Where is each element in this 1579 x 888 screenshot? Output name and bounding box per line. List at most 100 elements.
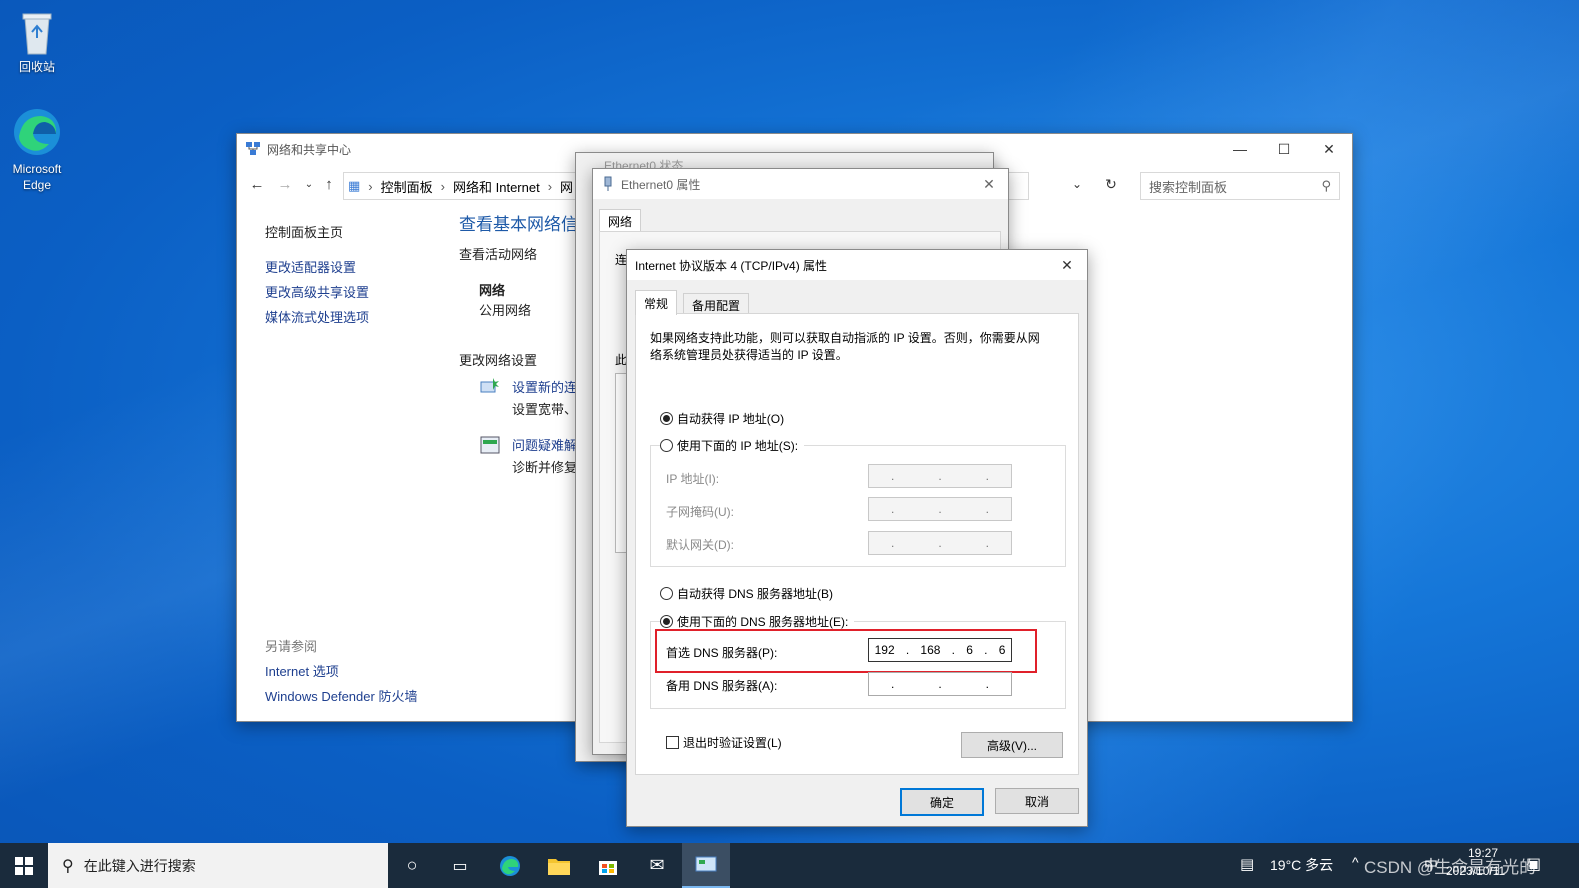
manual-ip-radio[interactable]: 使用下面的 IP 地址(S): (660, 437, 805, 454)
network-type: 公用网络 (479, 303, 532, 318)
network-center-icon (246, 142, 260, 155)
subnet-mask-field[interactable]: ... (868, 497, 1012, 521)
back-icon[interactable]: ← (247, 174, 267, 194)
gateway-label: 默认网关(D): (666, 538, 734, 552)
desktop-icon-label: Microsoft Edge (12, 162, 62, 192)
search-placeholder: 在此键入进行搜索 (83, 857, 196, 874)
start-button[interactable] (0, 843, 48, 888)
file-explorer-icon[interactable] (535, 843, 583, 888)
desktop-icon-label: 回收站 (18, 60, 55, 74)
clock-time[interactable]: 19:27 (1468, 846, 1498, 860)
sidebar-link-media[interactable]: 媒体流式处理选项 (265, 307, 369, 326)
radio-label: 自动获得 DNS 服务器地址(B) (677, 587, 834, 601)
weather-text[interactable]: 19°C 多云 (1270, 855, 1333, 875)
cortana-icon[interactable]: ○ (388, 843, 436, 888)
button-label: 高级(V)... (987, 738, 1037, 753)
sidebar-link-adapter[interactable]: 更改适配器设置 (265, 257, 356, 276)
edge-taskbar-icon[interactable] (486, 843, 534, 888)
desktop-icon-edge[interactable]: Microsoft Edge (2, 106, 72, 193)
clock-date[interactable]: 2023/10/11 (1446, 864, 1505, 878)
checkbox-label: 退出时验证设置(L) (683, 736, 782, 750)
address-network-icon: ▦ (348, 178, 361, 193)
search-input[interactable]: 搜索控制面板 ⚲ (1140, 172, 1340, 200)
radio-label: 使用下面的 IP 地址(S): (677, 439, 799, 453)
button-label: 确定 (929, 795, 954, 810)
windows-logo-icon (15, 856, 33, 875)
mail-icon[interactable]: ✉ (633, 843, 681, 888)
control-panel-taskbar-icon[interactable] (682, 843, 730, 888)
see-also-internet-options[interactable]: Internet 选项 (265, 661, 339, 680)
address-dropdown-icon[interactable]: ⌄ (1067, 174, 1087, 194)
window-title: 网络和共享中心 (267, 142, 352, 157)
description-text: 如果网络支持此功能，则可以获取自动指派的 IP 设置。否则，你需要从网络系统管理… (650, 331, 1040, 362)
radio-dot (660, 615, 673, 628)
advanced-button[interactable]: 高级(V)... (961, 732, 1063, 758)
window-title: Ethernet0 属性 (621, 177, 701, 192)
change-settings-label: 更改网络设置 (459, 353, 538, 368)
active-networks-label: 查看活动网络 (459, 247, 538, 262)
notification-icon[interactable]: ▣ (1526, 854, 1541, 874)
troubleshoot-icon (480, 436, 500, 454)
tray-chevron-icon[interactable]: ^ (1352, 854, 1359, 870)
sidebar-link-sharing[interactable]: 更改高级共享设置 (265, 282, 369, 301)
tab-general[interactable]: 常规 (635, 290, 678, 315)
see-also-title: 另请参阅 (265, 639, 318, 654)
search-icon: ⚲ (62, 857, 74, 875)
close-button[interactable]: ✕ (1049, 250, 1085, 280)
task-view-icon[interactable]: ▭ (436, 843, 484, 888)
store-icon[interactable] (584, 843, 632, 888)
gateway-field[interactable]: ... (868, 531, 1012, 555)
breadcrumb-item[interactable]: 控制面板 (381, 177, 433, 196)
network-name: 网络 (479, 283, 506, 298)
auto-ip-radio[interactable]: 自动获得 IP 地址(O) (660, 410, 784, 427)
validate-checkbox[interactable]: 退出时验证设置(L) (666, 734, 782, 751)
tab-label: 备用配置 (692, 298, 741, 313)
tab-network[interactable]: 网络 (599, 209, 642, 232)
search-icon: ⚲ (1321, 178, 1331, 193)
title-bar[interactable]: Internet 协议版本 4 (TCP/IPv4) 属性 (627, 250, 1087, 280)
cancel-button[interactable]: 取消 (995, 788, 1079, 814)
refresh-icon[interactable]: ↻ (1101, 174, 1121, 194)
title-bar[interactable]: Ethernet0 属性 (593, 169, 1008, 199)
see-also-firewall[interactable]: Windows Defender 防火墙 (265, 686, 417, 705)
edge-icon (14, 109, 60, 155)
tcp-ipv4-properties-dialog: Internet 协议版本 4 (TCP/IPv4) 属性 ✕ 常规 备用配置 … (626, 249, 1088, 827)
tab-label: 常规 (644, 296, 669, 311)
forward-icon[interactable]: → (275, 174, 295, 194)
tab-label: 网络 (608, 214, 633, 229)
ip-address-field[interactable]: ... (868, 464, 1012, 488)
radio-dot (660, 412, 673, 425)
chevron-down-icon[interactable]: ⌄ (299, 174, 319, 194)
taskbar-search-input[interactable]: ⚲ 在此键入进行搜索 (48, 843, 388, 888)
language-indicator[interactable]: 中 (1424, 855, 1438, 875)
setup-connection-link[interactable]: 设置新的连 (512, 377, 577, 396)
subnet-mask-label: 子网掩码(U): (666, 505, 734, 519)
maximize-button[interactable]: ☐ (1261, 134, 1307, 164)
sidebar-home-link[interactable]: 控制面板主页 (265, 222, 343, 241)
up-icon[interactable]: ↑ (319, 174, 339, 194)
alternate-dns-label: 备用 DNS 服务器(A): (666, 679, 778, 693)
radio-label: 使用下面的 DNS 服务器地址(E): (677, 615, 849, 629)
highlight-box (655, 629, 1037, 673)
ok-button[interactable]: 确定 (900, 788, 984, 816)
button-label: 取消 (1024, 794, 1049, 809)
alternate-dns-field[interactable]: ... (868, 672, 1012, 696)
manual-dns-radio[interactable]: 使用下面的 DNS 服务器地址(E): (660, 613, 855, 630)
close-button[interactable]: ✕ (1306, 134, 1352, 164)
desktop-icon-recycle-bin[interactable]: 回收站 (2, 8, 72, 75)
taskbar: ⚲ 在此键入进行搜索 ○ ▭ ✉ ▤ 19°C 多云 ^ CSDN @生命是有光… (0, 843, 1579, 888)
recycle-bin-icon (22, 13, 52, 55)
network-adapter-icon (604, 176, 612, 191)
minimize-button[interactable]: — (1217, 134, 1263, 164)
checkbox-box (666, 736, 679, 749)
breadcrumb-item[interactable]: 网 (560, 177, 573, 196)
close-button[interactable]: ✕ (971, 169, 1007, 199)
radio-dot (660, 439, 673, 452)
breadcrumb-item[interactable]: 网络和 Internet (453, 177, 540, 196)
weather-icon[interactable]: ▤ (1240, 855, 1254, 873)
new-connection-icon (480, 378, 499, 393)
auto-dns-radio[interactable]: 自动获得 DNS 服务器地址(B) (660, 585, 833, 602)
ip-address-label: IP 地址(I): (666, 472, 720, 486)
general-panel: 如果网络支持此功能，则可以获取自动指派的 IP 设置。否则，你需要从网络系统管理… (635, 313, 1079, 775)
radio-label: 自动获得 IP 地址(O) (677, 412, 785, 426)
